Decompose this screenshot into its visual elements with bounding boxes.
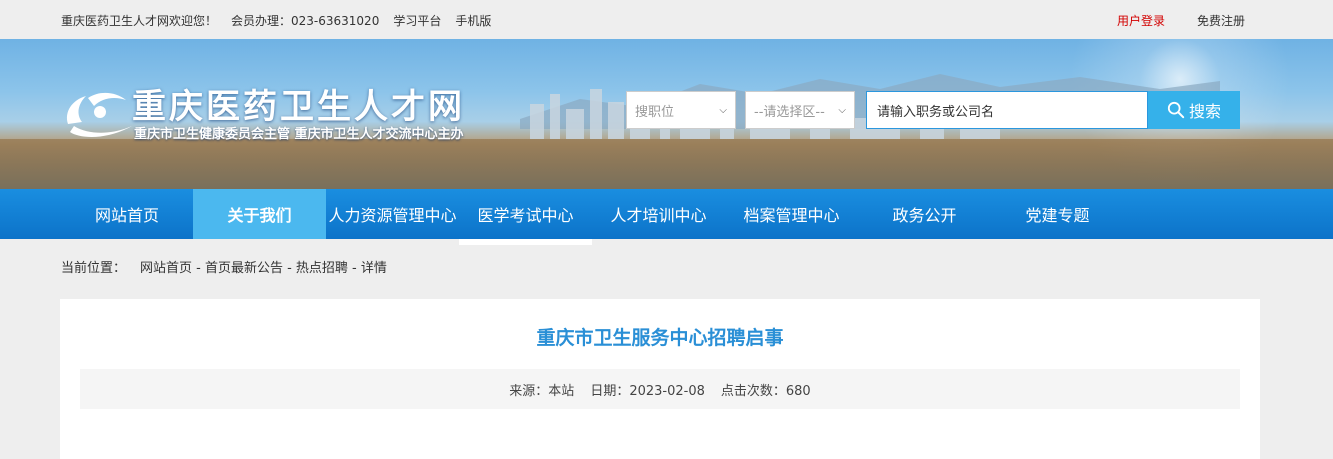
search-input-placeholder: 请输入职务或公司名 — [877, 104, 995, 120]
chevron-down-icon: ⌵ — [838, 104, 846, 116]
nav-item-training-center[interactable]: 人才培训中心 — [592, 189, 725, 239]
login-link[interactable]: 用户登录 — [1117, 12, 1165, 29]
article-date: 日期：2023-02-08 — [590, 383, 705, 399]
job-select-value: 搜职位 — [635, 104, 675, 120]
register-link[interactable]: 免费注册 — [1197, 12, 1245, 29]
main-nav: 网站首页 关于我们 人力资源管理中心 医学考试中心 人才培训中心 档案管理中心 … — [0, 189, 1333, 245]
area-select[interactable]: --请选择区-- ⌵ — [745, 91, 855, 129]
article-card: 重庆市卫生服务中心招聘启事 来源：本站 日期：2023-02-08 点击次数：6… — [60, 299, 1260, 459]
nav-item-exam-center[interactable]: 医学考试中心 — [459, 189, 592, 245]
nav-item-about[interactable]: 关于我们 — [193, 189, 326, 239]
site-subtitle: 重庆市卫生健康委员会主管 重庆市卫生人才交流中心主办 — [134, 127, 464, 142]
site-title[interactable]: 重庆医药卫生人才网 — [132, 79, 465, 128]
hotline-text: 会员办理：023-63631020 — [231, 14, 380, 28]
article-clicks: 点击次数：680 — [720, 383, 811, 399]
top-bar-right: 用户登录 免费注册 — [1117, 12, 1245, 29]
mobile-link[interactable]: 手机版 — [455, 12, 491, 29]
breadcrumb: 当前位置： 网站首页 - 首页最新公告 - 热点招聘 - 详情 — [61, 257, 387, 276]
breadcrumb-label: 当前位置： — [61, 261, 127, 276]
article-title: 重庆市卫生服务中心招聘启事 — [536, 327, 784, 349]
site-logo-icon[interactable] — [60, 84, 140, 144]
header-banner: 重庆医药卫生人才网 重庆市卫生健康委员会主管 重庆市卫生人才交流中心主办 搜职位… — [0, 39, 1333, 189]
top-bar-left: 重庆医药卫生人才网欢迎您！ 会员办理：023-63631020 学习平台 手机版 — [61, 12, 491, 29]
article-source: 来源：本站 — [509, 383, 575, 399]
breadcrumb-path[interactable]: 网站首页 - 首页最新公告 - 热点招聘 - 详情 — [140, 257, 387, 276]
welcome-text: 重庆医药卫生人才网欢迎您！ — [61, 14, 218, 28]
chevron-down-icon: ⌵ — [719, 104, 727, 116]
area-select-value: --请选择区-- — [754, 104, 825, 120]
study-platform-link[interactable]: 学习平台 — [393, 12, 441, 29]
search-button[interactable]: 搜索 — [1148, 91, 1240, 129]
top-bar: 重庆医药卫生人才网欢迎您！ 会员办理：023-63631020 学习平台 手机版… — [0, 0, 1333, 39]
article-meta: 来源：本站 日期：2023-02-08 点击次数：680 — [80, 369, 1240, 409]
nav-item-archive-center[interactable]: 档案管理中心 — [725, 189, 858, 239]
nav-item-party[interactable]: 党建专题 — [991, 189, 1124, 239]
nav-item-gov-affairs[interactable]: 政务公开 — [858, 189, 991, 239]
search-input[interactable]: 请输入职务或公司名 — [866, 91, 1148, 129]
banner-river — [0, 139, 1333, 189]
nav-item-home[interactable]: 网站首页 — [61, 189, 193, 239]
search-bar: 搜职位 ⌵ --请选择区-- ⌵ 请输入职务或公司名 搜索 — [626, 91, 1240, 129]
search-button-label: 搜索 — [1188, 102, 1221, 121]
nav-item-hr-center[interactable]: 人力资源管理中心 — [326, 189, 459, 239]
job-select[interactable]: 搜职位 ⌵ — [626, 91, 736, 129]
search-icon — [1167, 101, 1185, 119]
